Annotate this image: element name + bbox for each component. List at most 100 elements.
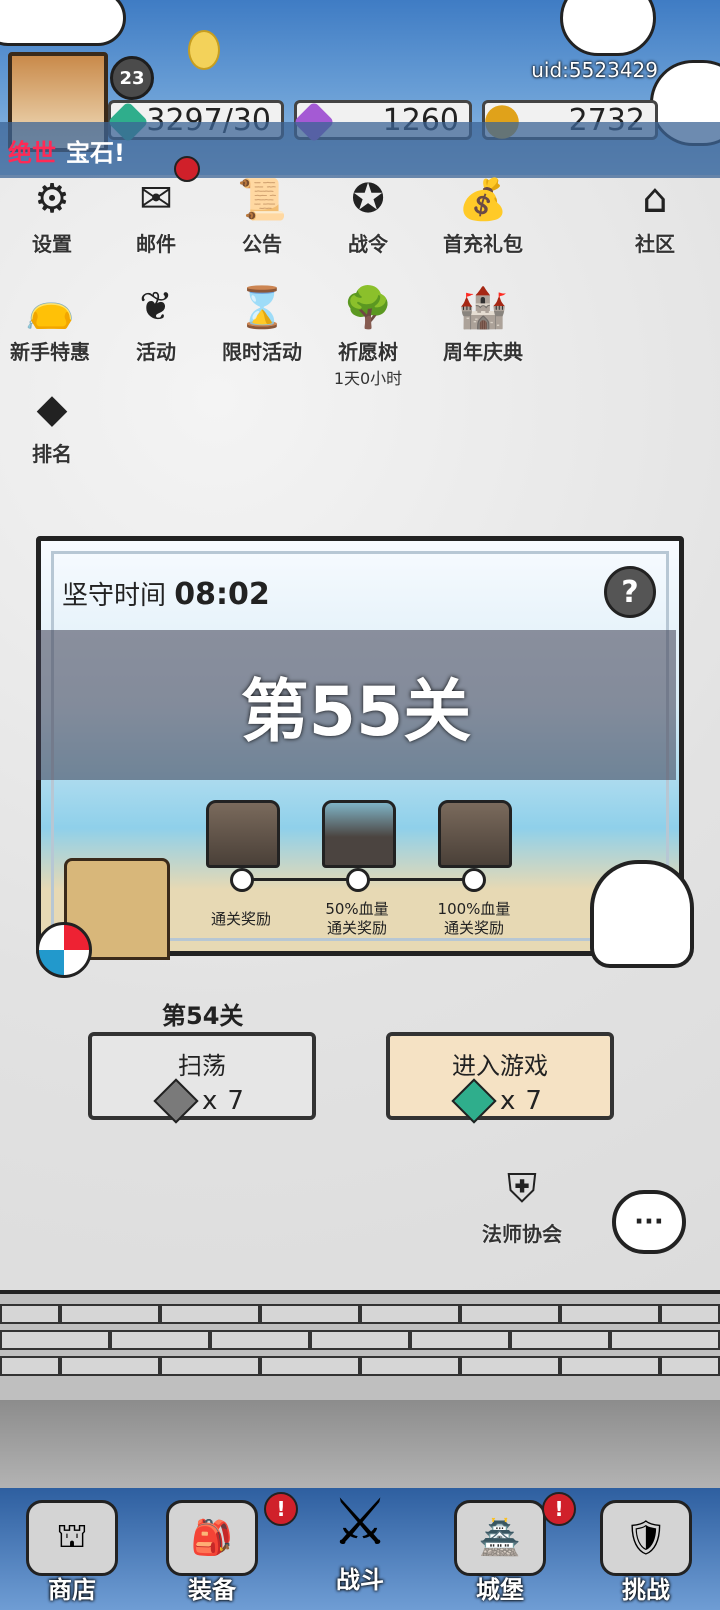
stone-ground (0, 1400, 720, 1490)
menu-newbie-deal[interactable]: 👝 新手特惠 (2, 278, 98, 365)
menu-label: 排名 (32, 442, 72, 466)
chat-bubble-icon: ··· (634, 1207, 664, 1237)
hourglass-icon: ⌛ (237, 284, 287, 331)
menu-label: 首充礼包 (443, 232, 523, 256)
shield-icon: 🛡 (600, 1500, 692, 1576)
banner-highlight: 绝世 (8, 138, 56, 167)
reward-chest-clear[interactable] (206, 800, 280, 868)
shop-icon: ⛫ (26, 1500, 118, 1576)
defense-timer: 坚守时间 08:02 (62, 575, 270, 612)
notification-badge (174, 156, 200, 182)
gear-icon: ⚙ (34, 176, 70, 222)
laurel-icon: ❦ (139, 284, 173, 330)
tab-challenge[interactable]: 🛡 挑战 (586, 1500, 706, 1608)
crossed-swords-icon: ⚔ (331, 1486, 389, 1560)
sun-icon (188, 30, 220, 70)
sweep-button[interactable]: 扫荡 x 7 (88, 1032, 316, 1124)
menu-label: 祈愿树 (338, 340, 398, 364)
menu-community[interactable]: ⌂ 社区 (620, 170, 690, 257)
enter-cost: x 7 (390, 1078, 610, 1124)
reward-chest-half-hp[interactable] (322, 800, 396, 868)
money-bag-icon: 👝 (25, 284, 75, 331)
previous-stage-label: 第54关 (162, 1002, 244, 1030)
menu-announcement[interactable]: 📜 公告 (214, 170, 310, 257)
reward-label-half-hp: 50%血量 通关奖励 (312, 900, 402, 938)
mage-guild-button[interactable]: ⛨ 法师协会 (472, 1160, 572, 1247)
tower-icon: 🏯 (454, 1500, 546, 1576)
timer-value: 08:02 (174, 577, 270, 612)
user-id: uid:5523429 (531, 58, 658, 82)
sweep-x: x (202, 1086, 218, 1116)
enter-game-button[interactable]: 进入游戏 x 7 (386, 1032, 614, 1124)
menu-events[interactable]: ❦ 活动 (108, 278, 204, 365)
menu-settings[interactable]: ⚙ 设置 (4, 170, 100, 257)
tab-label: 城堡 (476, 1576, 524, 1604)
notification-badge: ! (542, 1492, 576, 1526)
battle-pass-icon: ✪ (351, 176, 385, 222)
tab-castle[interactable]: 🏯 城堡 ! (440, 1492, 576, 1608)
reward-label-clear: 通关奖励 (196, 910, 286, 929)
reward-label-full-hp: 100%血量 通关奖励 (428, 900, 520, 938)
menu-label: 公告 (242, 232, 282, 256)
tab-equipment[interactable]: 🎒 装备 ! (152, 1492, 298, 1608)
gift-bag-icon: 💰 (458, 176, 508, 223)
helmet-icon: ⛨ (507, 1166, 537, 1212)
chat-button[interactable]: ··· (612, 1190, 686, 1254)
menu-label: 社区 (635, 232, 675, 256)
menu-mail[interactable]: ✉ 邮件 (108, 156, 204, 257)
home-icon: ⌂ (642, 176, 668, 222)
tab-label: 装备 (188, 1576, 236, 1604)
reward-line: 50%血量 (325, 900, 389, 918)
reward-node (462, 868, 486, 892)
brick-wall (0, 1290, 720, 1404)
enter-game-label: 进入游戏 (452, 1052, 548, 1080)
beach-ball (36, 922, 92, 978)
sweep-cost-value: 7 (227, 1086, 244, 1116)
reward-line: 100%血量 (437, 900, 511, 918)
timer-label: 坚守时间 (62, 581, 167, 611)
tab-label: 挑战 (622, 1576, 670, 1604)
green-gem-icon (451, 1078, 497, 1124)
banner-text: 宝石! (66, 138, 125, 167)
menu-label: 活动 (136, 340, 176, 364)
notification-badge: ! (264, 1492, 298, 1526)
tab-shop[interactable]: ⛫ 商店 (12, 1500, 132, 1608)
mail-icon: ✉ (139, 176, 173, 222)
reward-node (346, 868, 370, 892)
castle-icon: 🏰 (458, 284, 508, 331)
menu-label: 新手特惠 (10, 340, 90, 364)
scroll-icon: 📜 (237, 176, 287, 223)
sweep-cost: x 7 (92, 1078, 312, 1124)
ghost-mascot (590, 860, 694, 968)
backpack-icon: 🎒 (166, 1500, 258, 1576)
reward-line: 通关奖励 (443, 919, 504, 937)
tab-label: 战斗 (336, 1566, 384, 1594)
guild-label: 法师协会 (482, 1222, 562, 1246)
level-badge: 23 (110, 56, 154, 100)
podium-icon: ◆ (36, 386, 68, 432)
menu-first-recharge[interactable]: 💰 首充礼包 (428, 170, 538, 257)
reward-chest-full-hp[interactable] (438, 800, 512, 868)
reward-line: 通关奖励 (210, 910, 271, 928)
menu-battle-pass[interactable]: ✪ 战令 (320, 170, 416, 257)
enter-cost-value: 7 (525, 1086, 542, 1116)
menu-label: 限时活动 (222, 340, 302, 364)
menu-label: 周年庆典 (443, 340, 523, 364)
reward-node (230, 868, 254, 892)
tree-icon: 🌳 (343, 284, 393, 331)
stage-title: 第55关 (36, 630, 676, 780)
menu-label: 战令 (348, 232, 388, 256)
sweep-label: 扫荡 (178, 1052, 226, 1080)
menu-wish-tree[interactable]: 🌳 祈愿树 1天0小时 (320, 278, 416, 389)
cloud (560, 0, 656, 56)
reward-line: 通关奖励 (326, 919, 387, 937)
menu-ranking[interactable]: ◆ 排名 (4, 380, 100, 467)
tab-battle[interactable]: ⚔ 战斗 (300, 1480, 420, 1594)
menu-limited-events[interactable]: ⌛ 限时活动 (214, 278, 310, 365)
help-button[interactable]: ? (604, 566, 656, 618)
menu-label: 邮件 (136, 232, 176, 256)
cloud (0, 0, 126, 46)
menu-label: 设置 (32, 232, 72, 256)
menu-anniversary[interactable]: 🏰 周年庆典 (428, 278, 538, 365)
wish-tree-timer: 1天0小时 (333, 369, 403, 388)
